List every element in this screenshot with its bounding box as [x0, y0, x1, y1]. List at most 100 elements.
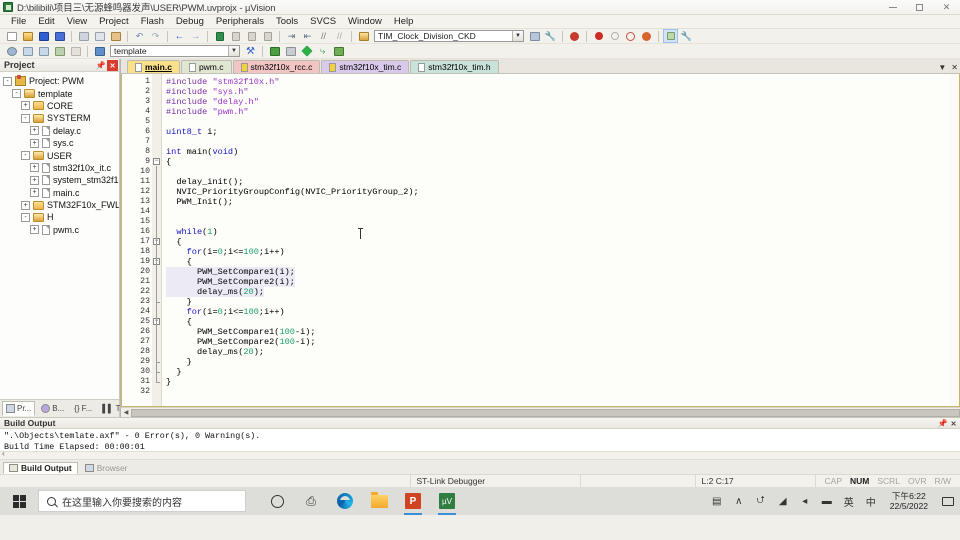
tree-item[interactable]: + stm32f10x_it.c	[3, 162, 119, 174]
code-line[interactable]: while(1)	[166, 227, 217, 237]
menu-svcs[interactable]: SVCS	[304, 15, 342, 29]
find-icon[interactable]	[567, 29, 582, 43]
code-line[interactable]: {	[166, 317, 192, 327]
breakpoint-disable-icon[interactable]	[607, 29, 622, 43]
expand-icon[interactable]: +	[30, 163, 39, 173]
menu-tools[interactable]: Tools	[270, 15, 304, 29]
uncomment-icon[interactable]: //	[332, 29, 347, 43]
expand-icon[interactable]: +	[30, 126, 39, 136]
tree-item[interactable]: - SYSTERM	[3, 112, 119, 124]
output-tab-browser[interactable]: Browser	[79, 462, 134, 474]
code-line[interactable]: uint8_t i;	[166, 127, 218, 137]
code-line[interactable]: for(i=0;i<=100;i++)	[166, 307, 285, 317]
expand-icon[interactable]: +	[30, 225, 39, 235]
panel-tab-functions[interactable]: {} F...	[70, 401, 96, 416]
menu-view[interactable]: View	[61, 15, 93, 29]
collapse-icon[interactable]: -	[21, 151, 30, 161]
code-line[interactable]: {	[166, 157, 171, 167]
save-icon[interactable]	[36, 29, 51, 43]
expand-icon[interactable]: +	[30, 175, 39, 185]
save-all-icon[interactable]	[52, 29, 67, 43]
collapse-icon[interactable]: -	[3, 76, 12, 86]
scroll-thumb[interactable]	[131, 408, 960, 417]
minimize-button[interactable]	[879, 0, 906, 15]
build-output-scrollbar[interactable]	[0, 450, 960, 461]
code-line[interactable]: delay_ms(20);	[166, 347, 264, 357]
task-view-icon[interactable]: ⎙	[294, 487, 328, 515]
code-line[interactable]: #include "pwm.h"	[166, 107, 249, 117]
comment-icon[interactable]: //	[316, 29, 331, 43]
code-editor[interactable]: 1 #include "stm32f10x.h" 2 #include "sys.h"…	[121, 74, 960, 407]
menu-file[interactable]: File	[5, 15, 32, 29]
tray-ime-mode-icon[interactable]: 中	[860, 487, 882, 515]
code-line[interactable]: delay_init();	[166, 177, 243, 187]
collapse-icon[interactable]: -	[21, 113, 30, 123]
code-line[interactable]: for(i=0;i<=100;i++)	[166, 247, 285, 257]
tree-item[interactable]: + CORE	[3, 100, 119, 112]
tree-item[interactable]: -H	[3, 211, 119, 223]
rebuild-icon[interactable]	[36, 44, 51, 58]
manage-runtime-icon[interactable]	[283, 44, 298, 58]
powerpoint-icon[interactable]: P	[396, 487, 430, 515]
undo-icon[interactable]: ↶	[132, 29, 147, 43]
bookmark-clear-icon[interactable]	[260, 29, 275, 43]
code-line[interactable]: {	[166, 257, 192, 267]
find-in-files-icon[interactable]	[356, 29, 371, 43]
build-settings-icon[interactable]: 🔧	[679, 29, 694, 43]
copy-icon[interactable]	[92, 29, 107, 43]
code-line[interactable]: PWM_SetCompare1(i);	[166, 267, 295, 277]
tree-item[interactable]: - template	[3, 87, 119, 99]
editor-tab-stm32f10x-rcc-c[interactable]: stm32f10x_rcc.c	[232, 60, 321, 73]
code-line[interactable]: }	[166, 357, 192, 367]
panel-tab-project[interactable]: Pr...	[2, 401, 36, 416]
cortana-icon[interactable]	[260, 487, 294, 515]
tree-item[interactable]: - USER	[3, 149, 119, 161]
tree-item[interactable]: + sys.c	[3, 137, 119, 149]
tree-item[interactable]: + STM32F10x_FWLib	[3, 199, 119, 211]
configure-icon[interactable]: 🔧	[543, 29, 558, 43]
pin-icon[interactable]: 📌	[937, 418, 948, 429]
editor-vertical-scrollbar[interactable]	[949, 74, 959, 406]
expand-icon[interactable]: +	[30, 138, 39, 148]
menu-help[interactable]: Help	[388, 15, 420, 29]
translate-icon[interactable]	[4, 44, 19, 58]
collapse-icon[interactable]: -	[12, 89, 21, 99]
batch-build-icon[interactable]	[52, 44, 67, 58]
code-line[interactable]: }	[166, 367, 181, 377]
code-line[interactable]: #include "stm32f10x.h"	[166, 77, 279, 87]
menu-flash[interactable]: Flash	[135, 15, 170, 29]
keil-uvision-taskbar-icon[interactable]: µV	[430, 487, 464, 515]
menu-window[interactable]: Window	[342, 15, 388, 29]
editor-tab-stm32f10x-tim-c[interactable]: stm32f10x_tim.c	[321, 60, 410, 73]
debug-start-icon[interactable]	[299, 44, 314, 58]
tray-usb-icon[interactable]: ⮍	[750, 487, 772, 515]
tray-ime-icon[interactable]: 英	[838, 487, 860, 515]
chevron-down-icon[interactable]: ▼	[228, 46, 239, 56]
code-line[interactable]: NVIC_PriorityGroupConfig(NVIC_PriorityGr…	[166, 187, 418, 197]
pack-installer-icon[interactable]	[267, 44, 282, 58]
target-options-icon[interactable]	[92, 44, 107, 58]
manage-project-items-icon[interactable]: ⚒	[243, 44, 258, 58]
download-icon[interactable]: ⤷	[315, 44, 330, 58]
expand-icon[interactable]: +	[30, 188, 39, 198]
chevron-down-icon[interactable]: ▼	[938, 63, 946, 72]
expand-icon[interactable]: +	[21, 101, 30, 111]
menu-edit[interactable]: Edit	[32, 15, 60, 29]
open-file-icon[interactable]	[20, 29, 35, 43]
search-combo[interactable]: TIM_Clock_Division_CKD ▼	[374, 30, 524, 42]
tree-item[interactable]: + system_stm32f1	[3, 174, 119, 186]
close-button[interactable]: ✕	[933, 0, 960, 15]
insert-bookmark-icon[interactable]	[527, 29, 542, 43]
pin-icon[interactable]: 📌	[95, 60, 106, 71]
tree-item[interactable]: + delay.c	[3, 125, 119, 137]
code-line[interactable]: PWM_SetCompare2(100-i);	[166, 337, 316, 347]
stop-build-icon[interactable]	[68, 44, 83, 58]
bookmark-toggle-icon[interactable]	[212, 29, 227, 43]
code-line[interactable]: int main(void)	[166, 147, 238, 157]
cut-icon[interactable]	[76, 29, 91, 43]
close-icon[interactable]: ✕	[951, 63, 958, 72]
taskbar-clock[interactable]: 下午6:22 22/5/2022	[882, 491, 936, 511]
code-line[interactable]: }	[166, 377, 171, 387]
tree-item[interactable]: + pwm.c	[3, 224, 119, 236]
redo-icon[interactable]: ↷	[148, 29, 163, 43]
